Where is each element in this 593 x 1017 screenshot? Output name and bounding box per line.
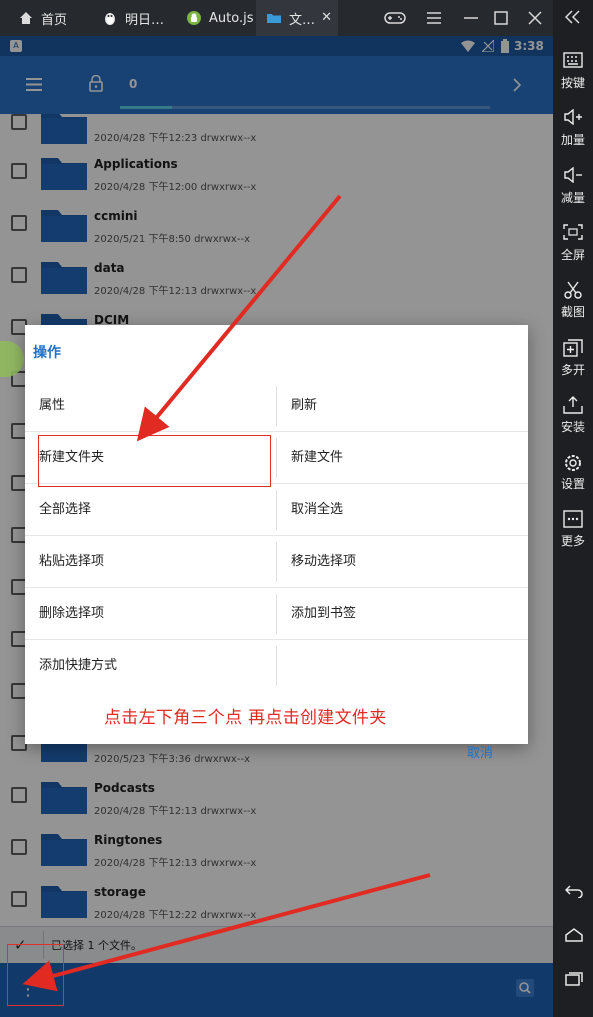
dialog-option-row: 添加快捷方式 [25, 640, 528, 692]
sidebar-item-label: 加量 [560, 133, 585, 148]
dialog-title: 操作 [33, 345, 61, 361]
multi-instance-icon [563, 338, 583, 359]
sidebar-item-install[interactable]: 安装 [553, 395, 593, 435]
install-icon [563, 395, 583, 416]
menu-icon[interactable] [419, 0, 449, 36]
sidebar-item-more[interactable]: 更多 [553, 510, 593, 549]
gamepad-icon[interactable] [380, 0, 410, 36]
scissors-icon [563, 281, 583, 301]
keyboard-icon [563, 52, 583, 72]
tab-label: 首页 [41, 12, 68, 28]
folder-app-icon [266, 10, 282, 26]
tab-app-1[interactable]: 明日… [90, 0, 170, 36]
dialog-option[interactable]: 取消全选 [277, 484, 528, 536]
dialog-option[interactable]: 新建文件 [277, 432, 528, 484]
dialog-option[interactable] [277, 640, 528, 692]
highlight-more-button [7, 944, 64, 1006]
sidebar-item-volume-up[interactable]: 加量 [553, 109, 593, 148]
tab-label: 明日… [125, 12, 165, 28]
dialog-option-row: 粘贴选择项 移动选择项 [25, 536, 528, 588]
sidebar-item-label: 设置 [560, 477, 585, 492]
fullscreen-icon [563, 224, 583, 244]
tab-label: Auto.js [209, 10, 254, 26]
emulator-tab-bar: 首页 明日… Auto.js 文… ✕ [0, 0, 593, 36]
dialog-option[interactable]: 移动选择项 [277, 536, 528, 588]
sidebar-item-volume-down[interactable]: 减量 [553, 166, 593, 206]
instruction-annotation: 点击左下角三个点 再点击创建文件夹 [104, 708, 387, 728]
actions-dialog: 操作 属性 刷新 新建文件夹 新建文件 全部选择 取消全选 粘贴选择项 移动选择项 删除选择项添… [25, 325, 528, 761]
sidebar-item-label: 安装 [560, 419, 585, 434]
emulator-window: 首页 明日… Auto.js 文… ✕ A 3:38 0 2020/4/28 下… [0, 0, 593, 1017]
tab-app-2[interactable]: Auto.js [176, 0, 256, 36]
sidebar-item-label: 减量 [560, 190, 585, 205]
dialog-option[interactable]: 添加快捷方式 [25, 640, 276, 692]
dialog-option[interactable]: 粘贴选择项 [25, 536, 276, 588]
sidebar-item-label: 更多 [560, 534, 585, 549]
sidebar-item-fullscreen[interactable]: 全屏 [553, 224, 593, 263]
volume-down-icon [563, 166, 583, 187]
dialog-options-grid: 属性 刷新 新建文件夹 新建文件 全部选择 取消全选 粘贴选择项 移动选择项 删除选择项 添加到书… [25, 380, 528, 692]
gear-icon [563, 453, 583, 473]
sidebar-item-label: 多开 [560, 362, 585, 377]
phone-screen: A 3:38 0 2020/4/28 下午12:23 drwxrwx--x Ap… [0, 36, 553, 1017]
sidebar-item-multi-instance[interactable]: 多开 [553, 338, 593, 378]
sidebar-item-scissors[interactable]: 截图 [553, 281, 593, 320]
double-chevron-left-icon[interactable] [565, 10, 581, 24]
sidebar-item-gear[interactable]: 设置 [553, 453, 593, 492]
sidebar-item-label: 截图 [560, 305, 585, 320]
dialog-option[interactable]: 全部选择 [25, 484, 276, 536]
tab-label: 文… [289, 12, 316, 28]
sidebar-item-label: 全屏 [560, 247, 585, 262]
tab-close-icon[interactable]: ✕ [321, 10, 332, 25]
sidebar-item-keyboard[interactable]: 按键 [553, 52, 593, 91]
android-app-icon [186, 10, 202, 26]
highlight-new-folder [38, 435, 271, 487]
home-icon [18, 10, 34, 26]
dialog-option[interactable]: 删除选择项 [25, 588, 276, 640]
tab-home[interactable]: 首页 [0, 0, 82, 36]
sidebar-item-label: 按键 [560, 76, 585, 90]
cancel-button[interactable]: 取消 [467, 742, 493, 761]
maximize-icon[interactable] [486, 0, 516, 36]
recents-icon[interactable] [565, 972, 583, 986]
dialog-option-row: 删除选择项 添加到书签 [25, 588, 528, 640]
dialog-option-row: 全部选择 取消全选 [25, 484, 528, 536]
tab-app-3[interactable]: 文… ✕ [256, 0, 338, 36]
emulator-sidebar: 按键加量减量全屏截图多开安装设置更多 [553, 0, 593, 1017]
dialog-option[interactable]: 刷新 [277, 380, 528, 432]
volume-up-icon [563, 109, 583, 129]
back-icon[interactable] [565, 884, 583, 898]
close-icon[interactable] [520, 0, 550, 36]
more-icon [563, 510, 583, 530]
penguin-app-icon [102, 10, 118, 26]
dialog-option[interactable]: 属性 [25, 380, 276, 432]
minimize-icon[interactable] [456, 0, 486, 36]
dialog-option-row: 属性 刷新 [25, 380, 528, 432]
dialog-option[interactable]: 添加到书签 [277, 588, 528, 640]
home-icon[interactable] [565, 928, 583, 942]
